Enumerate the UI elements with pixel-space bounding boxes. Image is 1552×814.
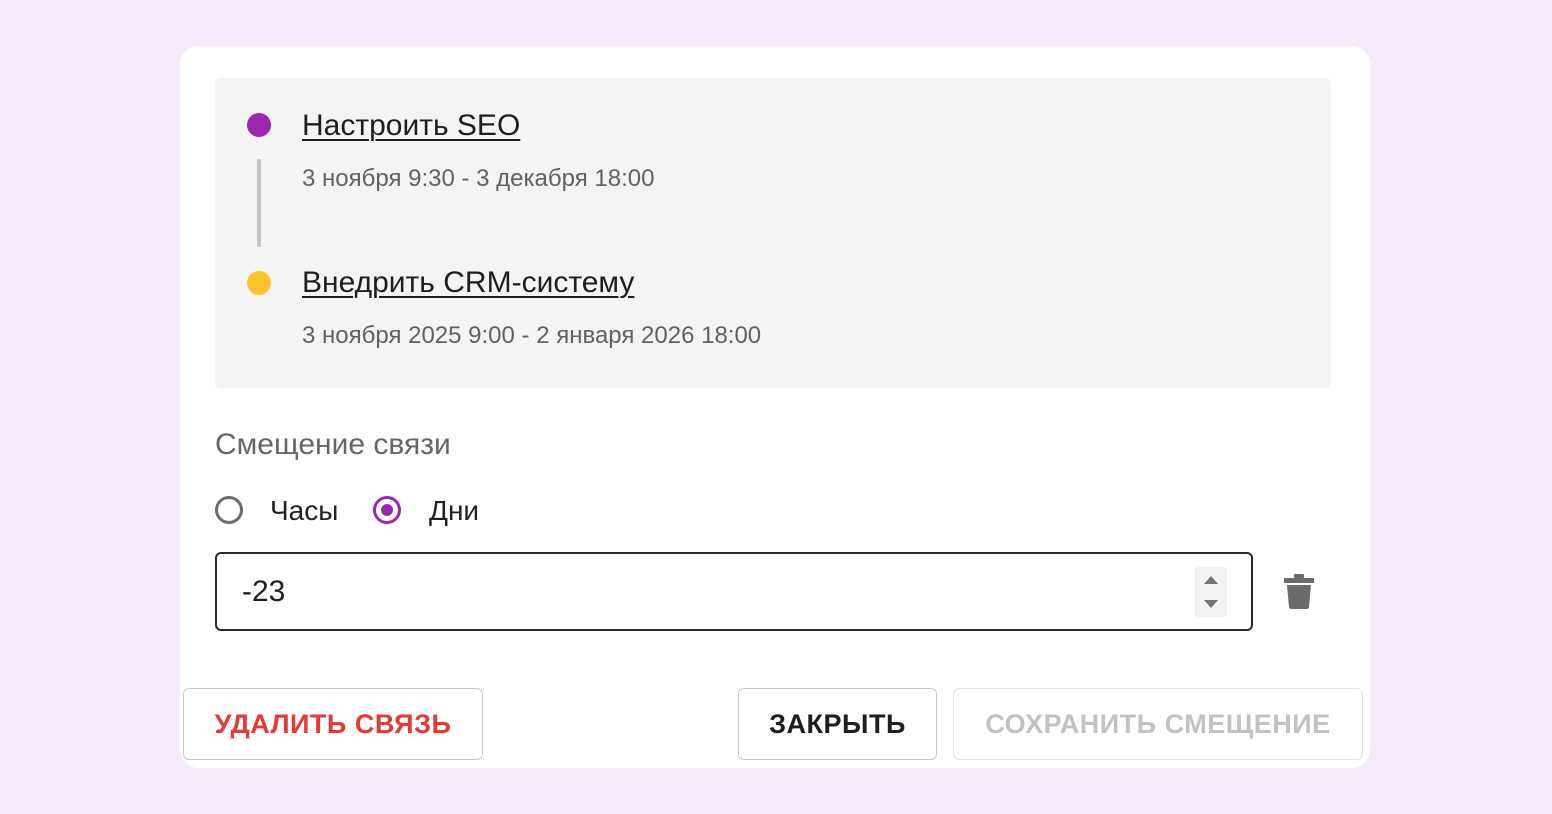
- link-offset-dialog: Настроить SEO 3 ноября 9:30 - 3 декабря …: [180, 46, 1370, 768]
- trash-icon[interactable]: [1283, 573, 1315, 609]
- close-button[interactable]: ЗАКРЫТЬ: [738, 688, 937, 760]
- successor-task-link[interactable]: Внедрить CRM-систему: [302, 265, 634, 301]
- link-connector-line: [257, 159, 261, 247]
- offset-value[interactable]: -23: [242, 570, 1142, 614]
- offset-input-field[interactable]: -23: [215, 552, 1253, 631]
- increment-icon[interactable]: [1204, 576, 1218, 584]
- predecessor-color-dot: [247, 113, 271, 137]
- hours-radio-label[interactable]: Часы: [270, 494, 338, 528]
- days-radio-label[interactable]: Дни: [429, 494, 479, 528]
- hours-radio[interactable]: [215, 496, 243, 524]
- save-offset-button[interactable]: СОХРАНИТЬ СМЕЩЕНИЕ: [953, 688, 1363, 760]
- offset-stepper[interactable]: [1195, 567, 1227, 617]
- successor-color-dot: [247, 271, 271, 295]
- delete-link-button[interactable]: УДАЛИТЬ СВЯЗЬ: [183, 688, 483, 760]
- offset-section-label: Смещение связи: [215, 428, 451, 461]
- days-radio[interactable]: [373, 496, 401, 524]
- predecessor-task-link[interactable]: Настроить SEO: [302, 108, 520, 144]
- successor-task-dates: 3 ноября 2025 9:00 - 2 января 2026 18:00: [302, 322, 762, 349]
- decrement-icon[interactable]: [1204, 600, 1218, 608]
- days-radio-selected-dot: [381, 504, 393, 516]
- predecessor-task-dates: 3 ноября 9:30 - 3 декабря 18:00: [302, 165, 655, 192]
- linked-tasks-panel: Настроить SEO 3 ноября 9:30 - 3 декабря …: [215, 78, 1331, 388]
